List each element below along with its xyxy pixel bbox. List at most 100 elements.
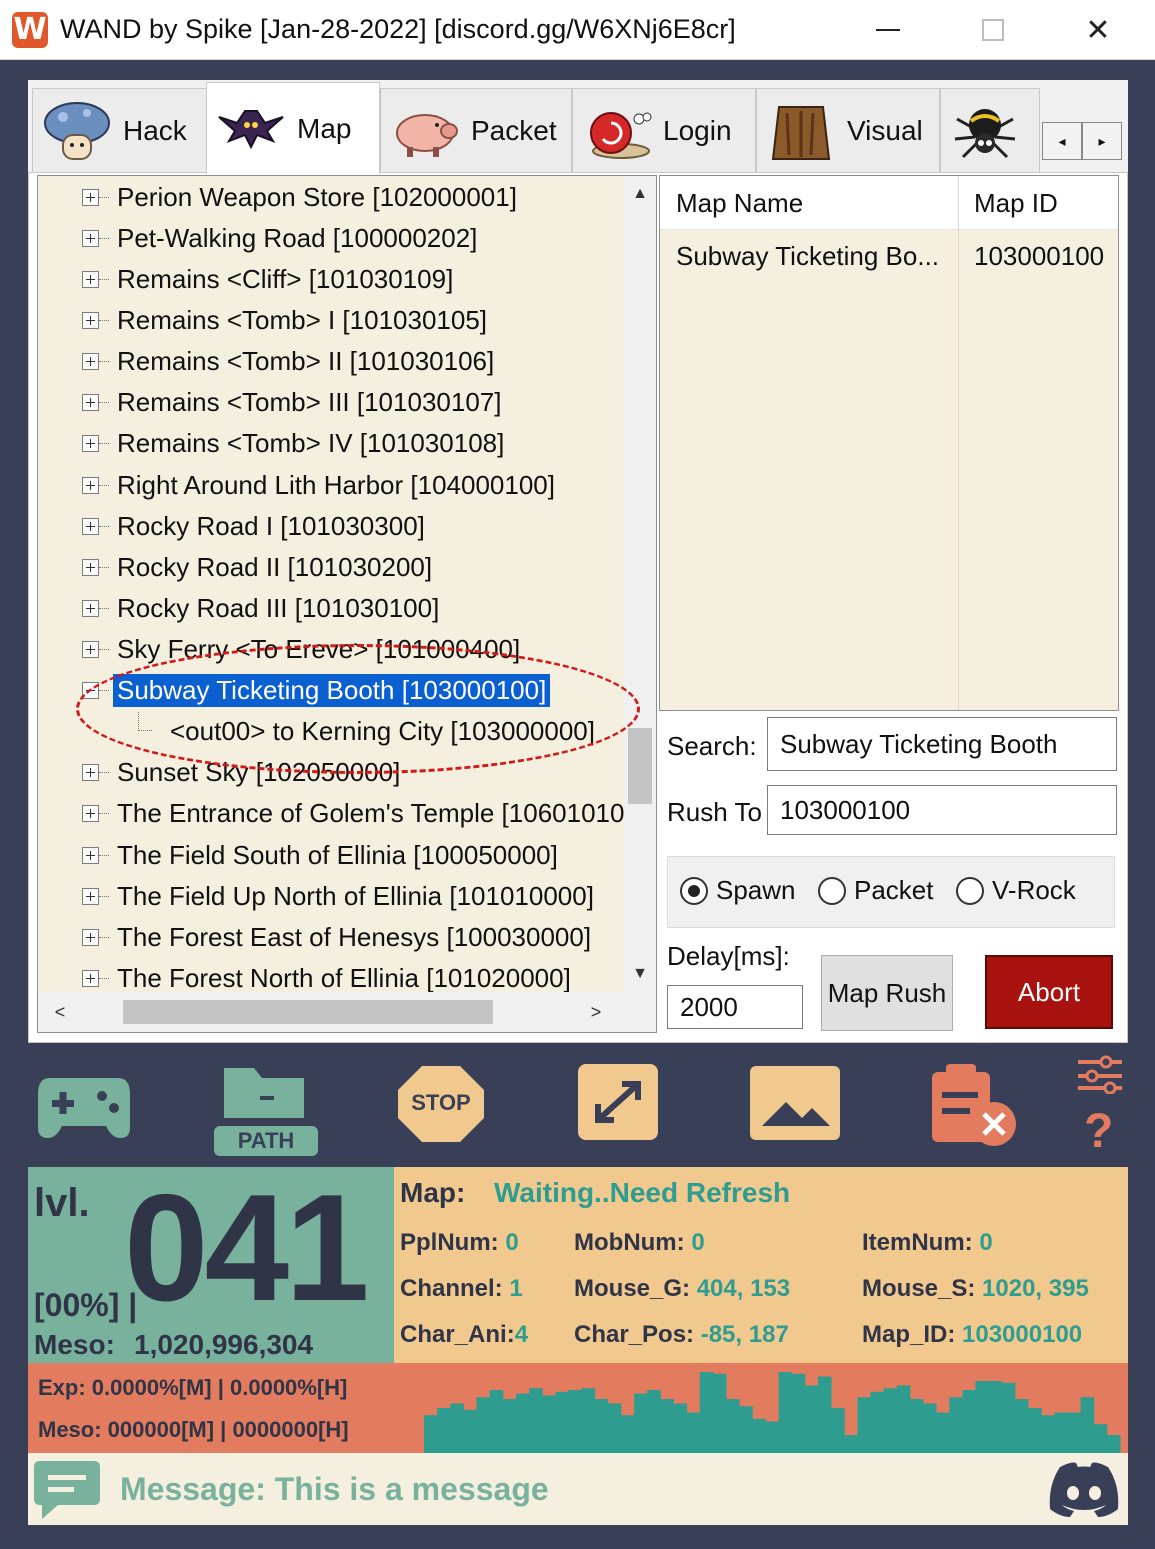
- graph-bar: [542, 1395, 556, 1453]
- tree-item[interactable]: Rocky Road II [101030200]: [38, 548, 436, 586]
- tree-item[interactable]: Perion Weapon Store [102000001]: [38, 178, 521, 216]
- settings-sliders-icon[interactable]: [1076, 1054, 1124, 1099]
- graph-bar: [870, 1391, 885, 1453]
- tree-item[interactable]: Remains <Tomb> I [101030105]: [38, 301, 491, 339]
- expand-icon[interactable]: [82, 804, 99, 822]
- graph-bar: [660, 1399, 674, 1453]
- abort-button[interactable]: Abort: [985, 955, 1113, 1029]
- tree-item[interactable]: Remains <Cliff> [101030109]: [38, 260, 457, 298]
- char-pos: Char_Pos: -85, 187: [574, 1321, 789, 1348]
- level-value: 041: [124, 1163, 370, 1333]
- channel: Channel: 1: [400, 1275, 523, 1302]
- column-header-map-id[interactable]: Map ID: [958, 176, 1118, 230]
- expand-icon[interactable]: [82, 846, 99, 864]
- image-icon[interactable]: [750, 1066, 840, 1145]
- tab-scroll-left-button[interactable]: ◂: [1042, 122, 1082, 160]
- tree-vertical-scrollbar[interactable]: ▲ ▼: [624, 176, 656, 992]
- search-label: Search:: [667, 731, 757, 761]
- minimize-button[interactable]: [843, 0, 933, 60]
- tab-packet[interactable]: Packet: [380, 88, 572, 172]
- tree-item[interactable]: Sky Ferry <To Ereve> [101000400]: [38, 630, 524, 668]
- graph-bar: [1041, 1415, 1055, 1453]
- radio-spawn[interactable]: Spawn: [680, 875, 796, 906]
- bottom-toolbar: PATH STOP ?: [28, 1050, 1128, 1165]
- path-label: PATH: [237, 1128, 295, 1153]
- rush-to-label: Rush To: [667, 797, 762, 827]
- expand-icon[interactable]: [82, 393, 99, 411]
- resize-icon[interactable]: [578, 1064, 658, 1145]
- scroll-left-icon[interactable]: <: [42, 992, 78, 1032]
- column-header-map-name[interactable]: Map Name: [660, 176, 958, 230]
- tree-item[interactable]: Remains <Tomb> III [101030107]: [38, 383, 505, 421]
- graph-bar: [686, 1412, 701, 1453]
- scroll-down-icon[interactable]: ▼: [624, 956, 656, 992]
- tab-login[interactable]: Login: [572, 88, 756, 172]
- rush-to-input[interactable]: 103000100: [767, 785, 1117, 835]
- map-rush-button[interactable]: Map Rush: [821, 955, 953, 1031]
- discord-icon[interactable]: [1046, 1461, 1122, 1524]
- scroll-thumb[interactable]: [628, 728, 652, 804]
- scroll-right-icon[interactable]: >: [578, 992, 614, 1032]
- expand-icon[interactable]: [82, 763, 99, 781]
- help-icon[interactable]: ?: [1084, 1104, 1113, 1159]
- tree-child-item[interactable]: <out00> to Kerning City [103000000]: [38, 712, 599, 750]
- exp-panel: Exp: 0.0000%[M] | 0.0000%[H] Meso: 00000…: [28, 1363, 1128, 1453]
- scroll-up-icon[interactable]: ▲: [624, 176, 656, 212]
- tree-item[interactable]: Pet-Walking Road [100000202]: [38, 219, 481, 257]
- collapse-icon[interactable]: [82, 681, 99, 699]
- expand-icon[interactable]: [82, 640, 99, 658]
- tab-scroll-right-button[interactable]: ▸: [1082, 122, 1122, 160]
- tree-item[interactable]: Sunset Sky [102050000]: [38, 753, 404, 791]
- expand-icon[interactable]: [82, 558, 99, 576]
- tree-item[interactable]: The Forest East of Henesys [100030000]: [38, 918, 595, 956]
- expand-icon[interactable]: [82, 229, 99, 247]
- expand-icon[interactable]: [82, 887, 99, 905]
- tree-item[interactable]: The Field Up North of Ellinia [101010000…: [38, 877, 598, 915]
- maximize-button[interactable]: [948, 0, 1038, 60]
- expand-icon[interactable]: [82, 928, 99, 946]
- search-input[interactable]: Subway Ticketing Booth: [767, 717, 1117, 771]
- map-tree[interactable]: Perion Weapon Store [102000001] Pet-Walk…: [37, 175, 657, 1033]
- expand-icon[interactable]: [82, 599, 99, 617]
- graph-bar: [1080, 1397, 1095, 1453]
- expand-icon[interactable]: [82, 270, 99, 288]
- scroll-thumb[interactable]: [123, 1000, 493, 1024]
- mushroom-icon: [41, 99, 113, 163]
- tree-item[interactable]: Right Around Lith Harbor [104000100]: [38, 466, 559, 504]
- radio-packet[interactable]: Packet: [818, 875, 934, 906]
- tree-horizontal-scrollbar[interactable]: < >: [38, 992, 656, 1032]
- graph-bar: [647, 1390, 661, 1453]
- tree-item[interactable]: Rocky Road I [101030300]: [38, 507, 429, 545]
- stop-icon[interactable]: STOP: [396, 1064, 486, 1149]
- level-panel: lvl. 041 [00%] | Meso: 1,020,996,304: [28, 1163, 394, 1363]
- expand-icon[interactable]: [82, 311, 99, 329]
- tree-item[interactable]: The Field South of Ellinia [100050000]: [38, 836, 562, 874]
- radio-v-rock[interactable]: V-Rock: [956, 875, 1076, 906]
- map-results-list[interactable]: Map Name Map ID Subway Ticketing Bo... 1…: [659, 175, 1119, 711]
- expand-icon[interactable]: [82, 476, 99, 494]
- expand-icon[interactable]: [82, 352, 99, 370]
- expand-icon[interactable]: [82, 517, 99, 535]
- tree-item[interactable]: Remains <Tomb> II [101030106]: [38, 342, 498, 380]
- delay-input[interactable]: 2000: [667, 985, 803, 1029]
- tree-item[interactable]: Remains <Tomb> IV [101030108]: [38, 424, 508, 462]
- folder-path-icon[interactable]: PATH: [214, 1062, 318, 1163]
- tree-item[interactable]: The Entrance of Golem's Temple [10601010…: [38, 794, 650, 832]
- tree-item[interactable]: Rocky Road III [101030100]: [38, 589, 443, 627]
- graph-bar: [489, 1390, 504, 1453]
- tab-map[interactable]: Map: [206, 82, 380, 174]
- expand-icon[interactable]: [82, 188, 99, 206]
- tree-item-selected[interactable]: Subway Ticketing Booth [103000100]: [38, 671, 551, 709]
- gamepad-icon[interactable]: [36, 1068, 132, 1145]
- graph-bar: [804, 1385, 819, 1453]
- expand-icon[interactable]: [82, 434, 99, 452]
- map-tab-body: Perion Weapon Store [102000001] Pet-Walk…: [28, 172, 1128, 1043]
- list-row-id[interactable]: 103000100: [974, 234, 1114, 278]
- tab-hack[interactable]: Hack: [32, 88, 208, 172]
- expand-icon[interactable]: [82, 969, 99, 987]
- close-button[interactable]: ✕: [1053, 0, 1143, 60]
- tab-visual[interactable]: Visual: [756, 88, 940, 172]
- list-row-name[interactable]: Subway Ticketing Bo...: [676, 234, 956, 278]
- tab-spider[interactable]: [940, 88, 1040, 172]
- clipboard-clear-icon[interactable]: [928, 1062, 1018, 1153]
